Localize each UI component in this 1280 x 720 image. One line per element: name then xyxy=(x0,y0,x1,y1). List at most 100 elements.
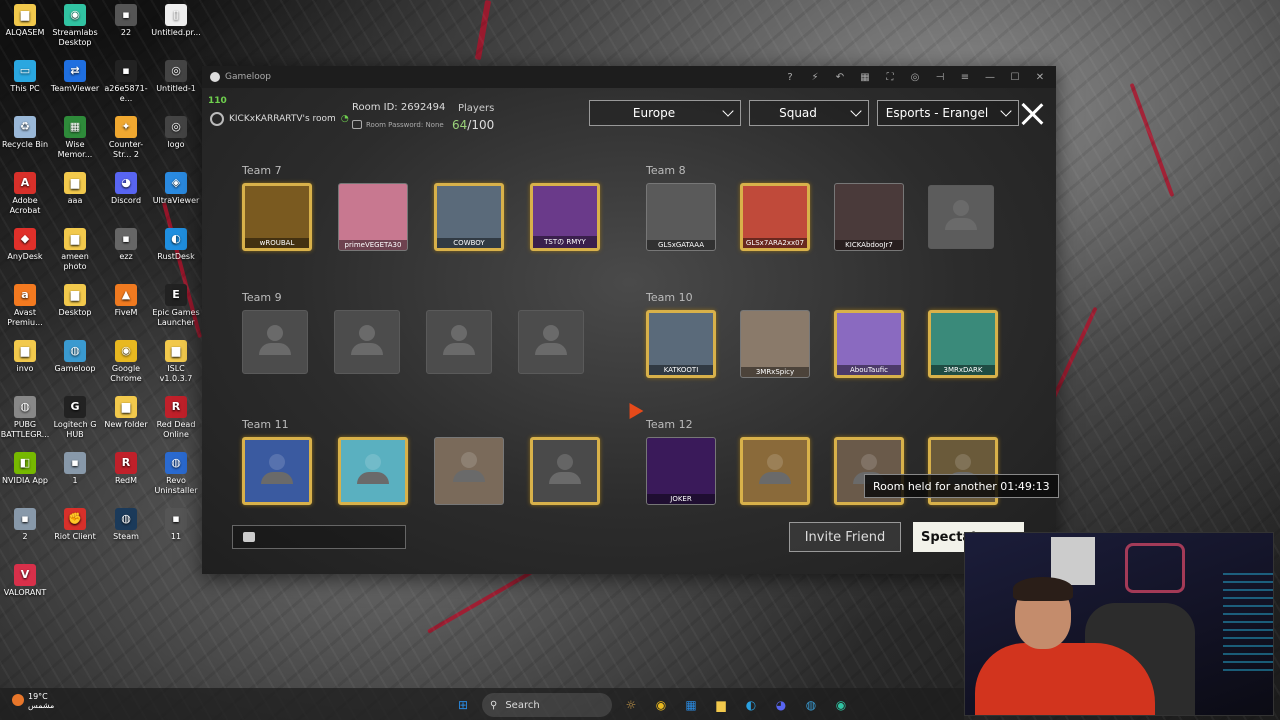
streamlabs-icon[interactable]: ◉ xyxy=(830,694,852,716)
window-control-icon[interactable]: ✕ xyxy=(1032,72,1048,83)
desktop-icon[interactable]: ✊ Riot Client xyxy=(50,508,100,542)
desktop-icon[interactable]: ▆ ameen photo xyxy=(50,228,100,272)
window-control-icon[interactable]: ⚡ xyxy=(807,72,823,83)
desktop-icon[interactable]: ⇄ TeamViewer xyxy=(50,60,100,94)
desktop-icon[interactable]: ▪ 11 xyxy=(151,508,201,542)
window-control-icon[interactable]: ? xyxy=(782,72,798,83)
player-avatar[interactable]: KATKOOTI xyxy=(646,310,716,378)
player-avatar[interactable]: wROUBAL xyxy=(242,183,312,251)
window-control-icon[interactable]: ⊣ xyxy=(932,72,948,83)
gameloop-icon[interactable]: ◍ xyxy=(800,694,822,716)
person-icon xyxy=(853,454,885,484)
desktop-icon[interactable]: ▲ FiveM xyxy=(101,284,151,318)
player-avatar[interactable] xyxy=(434,437,504,505)
desktop-icon[interactable]: ◎ Untitled-1 xyxy=(151,60,201,94)
window-control-icon[interactable]: ◎ xyxy=(907,72,923,83)
desktop-icon[interactable]: ◧ NVIDIA App xyxy=(0,452,50,486)
desktop-icon[interactable]: ▪ 1 xyxy=(50,452,100,486)
desktop-icon[interactable]: ◕ Discord xyxy=(101,172,151,206)
window-titlebar[interactable]: Gameloop ? ⚡ ↶ ▦ ⛶ ◎ ⊣ ≡ — ☐ ✕ xyxy=(202,66,1056,88)
desktop-icon[interactable]: ▭ This PC xyxy=(0,60,50,94)
desktop-icon[interactable]: ▪ 2 xyxy=(0,508,50,542)
map-dropdown[interactable]: Esports - Erangel xyxy=(877,100,1019,126)
desktop-icon[interactable]: ▆ ааа xyxy=(50,172,100,206)
desktop-icon[interactable]: G Logitech G HUB xyxy=(50,396,100,440)
window-control-icon[interactable]: ▦ xyxy=(857,72,873,83)
player-avatar[interactable] xyxy=(242,437,312,505)
taskbar-search[interactable]: ⚲ Search xyxy=(482,693,612,717)
room-host-name: KICKxKARRARTV's room xyxy=(229,114,336,124)
invite-friend-button[interactable]: Invite Friend xyxy=(789,522,901,552)
player-avatar[interactable]: 3MRxSpicy xyxy=(740,310,810,378)
start-icon[interactable]: ⊞ xyxy=(452,694,474,716)
window-control-icon[interactable]: — xyxy=(982,72,998,83)
window-control-icon[interactable]: ↶ xyxy=(832,72,848,83)
player-avatar[interactable] xyxy=(530,437,600,505)
close-room-icon[interactable] xyxy=(1020,102,1044,126)
desktop-icon[interactable]: R Red Dead Online xyxy=(151,396,201,440)
desktop-icon[interactable]: ◉ Streamlabs Desktop xyxy=(50,4,100,48)
player-avatar[interactable]: 3MRxDARK xyxy=(928,310,998,378)
player-avatar[interactable]: KICKAbdooJr7 xyxy=(834,183,904,251)
player-avatar[interactable]: COWBOY xyxy=(434,183,504,251)
empty-slot[interactable] xyxy=(426,310,492,374)
app-icon: ▆ xyxy=(64,172,86,194)
gear-icon[interactable] xyxy=(210,112,224,126)
desktop-icon[interactable]: ◆ AnyDesk xyxy=(0,228,50,262)
desktop-icon[interactable]: ♻ Recycle Bin xyxy=(0,116,50,150)
player-avatar[interactable]: TSTの RMYY xyxy=(530,183,600,251)
empty-slot[interactable] xyxy=(518,310,584,374)
region-dropdown[interactable]: Europe xyxy=(589,100,741,126)
chrome-icon[interactable]: ◉ xyxy=(650,694,672,716)
mode-dropdown[interactable]: Squad xyxy=(749,100,869,126)
desktop-icon-label: Recycle Bin xyxy=(1,140,49,149)
store-icon[interactable]: ▦ xyxy=(680,694,702,716)
taskbar: 19°C مشمس ⊞ ⚲ Search ☼ ◉ ▦ ▆ ◐ ◕ ◍ ◉ xyxy=(0,688,964,720)
desktop-icon[interactable]: E Epic Games Launcher xyxy=(151,284,201,328)
player-avatar[interactable]: AbouTaufic xyxy=(834,310,904,378)
desktop-icon[interactable]: ▪ 22 xyxy=(101,4,151,38)
player-avatar[interactable]: JOKER xyxy=(646,437,716,505)
discord-icon[interactable]: ◕ xyxy=(770,694,792,716)
desktop-icon-label: Steam xyxy=(113,532,139,541)
desktop-icon[interactable]: ◍ Gameloop xyxy=(50,340,100,374)
empty-slot[interactable] xyxy=(334,310,400,374)
explorer-icon[interactable]: ▆ xyxy=(710,694,732,716)
player-avatar[interactable]: GLSx7ARA2xx07 xyxy=(740,183,810,251)
desktop-icon[interactable]: a Avast Premiu... xyxy=(0,284,50,328)
desktop-icon[interactable]: ◍ Revo Uninstaller xyxy=(151,452,201,496)
widgets-icon[interactable]: ☼ xyxy=(620,694,642,716)
window-control-icon[interactable]: ≡ xyxy=(957,72,973,83)
desktop-icon[interactable]: ◉ Google Chrome xyxy=(101,340,151,384)
weather-widget[interactable]: 19°C مشمس xyxy=(12,692,54,710)
desktop-icon[interactable]: ▪ ezz xyxy=(101,228,151,262)
desktop-icon[interactable]: ▪ a26e5871-e... xyxy=(101,60,151,104)
desktop-icon[interactable]: ◐ RustDesk xyxy=(151,228,201,262)
edge-icon[interactable]: ◐ xyxy=(740,694,762,716)
desktop-icon[interactable]: ▆ Desktop xyxy=(50,284,100,318)
desktop-icon[interactable]: ◈ UltraViewer xyxy=(151,172,201,206)
desktop-icon[interactable]: ◎ logo xyxy=(151,116,201,150)
desktop-icon[interactable]: ▆ ISLC v1.0.3.7 xyxy=(151,340,201,384)
desktop-icon[interactable]: ▦ Wise Memor... xyxy=(50,116,100,160)
desktop-icon[interactable]: ◍ PUBG BATTLEGR... xyxy=(0,396,50,440)
empty-slot[interactable] xyxy=(928,185,994,249)
player-avatar[interactable] xyxy=(338,437,408,505)
desktop-icon[interactable]: V VALORANT xyxy=(0,564,50,598)
player-avatar[interactable]: GLSxGATAAA xyxy=(646,183,716,251)
empty-slot[interactable] xyxy=(242,310,308,374)
chat-input[interactable] xyxy=(232,525,406,549)
window-control-icon[interactable]: ☐ xyxy=(1007,72,1023,83)
desktop-icon[interactable]: ▆ ALQASEM xyxy=(0,4,50,38)
desktop-icon-label: ISLC v1.0.3.7 xyxy=(159,364,193,383)
desktop-icon[interactable]: ▯ Untitled.pr... xyxy=(151,4,201,38)
desktop-icon[interactable]: ▆ invo xyxy=(0,340,50,374)
desktop-icon[interactable]: ◍ Steam xyxy=(101,508,151,542)
desktop-icon[interactable]: ✦ Counter-Str... 2 xyxy=(101,116,151,160)
player-avatar[interactable]: primeVEGETA30 xyxy=(338,183,408,251)
desktop-icon[interactable]: A Adobe Acrobat xyxy=(0,172,50,216)
desktop-icon[interactable]: ▆ New folder xyxy=(101,396,151,430)
desktop-icon[interactable]: R RedM xyxy=(101,452,151,486)
window-control-icon[interactable]: ⛶ xyxy=(882,72,898,83)
player-avatar[interactable] xyxy=(740,437,810,505)
